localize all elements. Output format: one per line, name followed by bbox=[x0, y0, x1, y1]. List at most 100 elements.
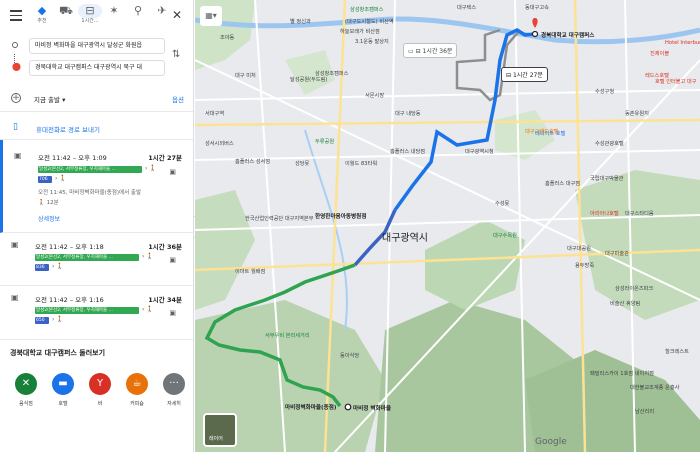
map-place-label[interactable]: 동대구고속 bbox=[525, 4, 549, 11]
route-option-3[interactable]: ▣ 오전 11:42 – 오후 1:16 1시간 34분 달성2(본선2, 서부… bbox=[0, 286, 193, 340]
map-place-label[interactable]: 서부우비 본리세거리 bbox=[265, 332, 310, 339]
map-place-label[interactable]: 이월드 83타워 bbox=[345, 160, 377, 167]
map-place-label[interactable]: 대구 내당동 bbox=[395, 110, 421, 117]
map-place-label[interactable]: 대한불교조계종 운흥사 bbox=[630, 384, 679, 391]
map-place-label[interactable]: 3.1운동 발상지 bbox=[355, 38, 389, 45]
options-button[interactable]: 옵션 bbox=[172, 94, 184, 104]
map-place-label[interactable]: 삼성라이온즈파크 bbox=[615, 285, 653, 292]
map-place-label[interactable]: 아리아나호텔 bbox=[590, 210, 619, 217]
origin-input[interactable]: 마비정 벽화마을 대구광역시 달성군 화원읍 bbox=[29, 38, 165, 54]
map-place-label[interactable]: 힐크레스트 bbox=[665, 348, 689, 355]
menu-icon[interactable] bbox=[10, 10, 22, 21]
map-place-label[interactable]: 국립대구박물관 bbox=[590, 175, 623, 182]
map-place-label[interactable]: 비슬산 휴양림 bbox=[610, 300, 640, 307]
map-place-label[interactable]: 하늘모래가 비산점 bbox=[340, 28, 380, 35]
destination-label: 경북대학교 대구캠퍼스 bbox=[541, 33, 595, 39]
explore-bar[interactable]: Y바 bbox=[88, 373, 112, 407]
map-place-label[interactable]: 한영한마음아동병원점 bbox=[315, 212, 366, 220]
mode-recommended[interactable]: ◆ 추천 bbox=[30, 4, 54, 32]
map-place-label[interactable]: 동촌유원지 bbox=[625, 110, 649, 117]
map-place-label[interactable]: 대구광역시청 bbox=[465, 148, 494, 155]
layers-button[interactable]: 레이어 bbox=[203, 413, 237, 447]
map-place-label[interactable]: 대구대공원 bbox=[567, 245, 591, 252]
map-place-label[interactable]: 호텔 인터불고 대구 bbox=[655, 78, 696, 85]
origin-label: 마비정 벽화마을 bbox=[353, 406, 391, 412]
map-place-label[interactable]: 서문시장 bbox=[365, 92, 384, 99]
map-place-label[interactable]: 대구그랜드호텔 bbox=[525, 128, 558, 135]
destination-input[interactable]: 경북대학교 대구캠퍼스 대구광역시 북구 대 bbox=[29, 60, 165, 76]
map-place-label[interactable]: 레드스호텔 bbox=[645, 72, 669, 79]
route-time: 오전 11:42 – 오후 1:18 bbox=[35, 243, 104, 251]
route-callout-selected[interactable]: ⊟ 1시간 27분 bbox=[501, 67, 548, 82]
details-link[interactable]: 상세정보 bbox=[38, 214, 60, 223]
map-place-label[interactable]: 수성관광호텔 bbox=[595, 140, 624, 147]
explore-coffee[interactable]: ☕ 커피숍 bbox=[125, 373, 149, 407]
map-place-label[interactable]: 수성못 bbox=[495, 200, 509, 207]
bus-number-chip: 650 bbox=[35, 317, 49, 324]
google-logo: Google bbox=[535, 437, 567, 447]
explore-categories: ✕ 음식점 ▬ 호텔 Y 바 ☕ 커피숍 ··· 자세히 bbox=[14, 373, 186, 407]
mode-flight[interactable]: ✈ bbox=[150, 4, 174, 32]
map-place-label[interactable]: 대구미술관 bbox=[605, 250, 629, 257]
directions-panel: ◆ 추천 ⛟ ⊟ 1시간... ✶ ⚲ ✈ ✕ ⬤ 마비정 벽화마을 대구광역시 달성군 화원… bbox=[0, 0, 194, 452]
mode-label: 추천 bbox=[37, 18, 47, 24]
mode-car[interactable]: ⛟ bbox=[54, 4, 78, 32]
map-tools-icon[interactable]: ▦▾ bbox=[200, 6, 222, 26]
map-place-label[interactable]: 대구스타디움 bbox=[625, 210, 654, 217]
map-place-label[interactable]: 별 정신과 bbox=[290, 18, 311, 25]
map-place-label[interactable]: 성당못 bbox=[295, 160, 309, 167]
mode-label: 1시간... bbox=[81, 18, 99, 24]
walk-icon: › 🚶 bbox=[52, 316, 64, 323]
map-place-label[interactable]: 홈플러스 내당점 bbox=[390, 148, 425, 155]
map-place-label[interactable]: 두류공원 bbox=[315, 138, 334, 145]
map-place-label[interactable]: 대구 미처 bbox=[235, 72, 256, 79]
map-place-label[interactable]: 대구수목원 bbox=[493, 232, 517, 239]
close-icon[interactable]: ✕ bbox=[172, 8, 182, 22]
map-place-label[interactable]: 동이식당 bbox=[340, 352, 359, 359]
coffee-icon: ☕ bbox=[126, 373, 148, 395]
map-canvas[interactable]: ▦▾ ▭ ⊟ 1시간 36분 ⊟ 1시간 27분 경북대학교 대구캠퍼스 마비정… bbox=[195, 0, 700, 452]
explore-hotel[interactable]: ▬ 호텔 bbox=[51, 373, 75, 407]
mode-bicycle[interactable]: ⚲ bbox=[126, 4, 150, 32]
map-place-label[interactable]: 달성공원(두드림) bbox=[290, 76, 327, 83]
depart-time-select[interactable]: 지금 출발 ▾ bbox=[34, 94, 65, 104]
map-place-label[interactable]: 수성구청 bbox=[595, 88, 614, 95]
mode-walk[interactable]: ✶ bbox=[102, 4, 126, 32]
explore-restaurant[interactable]: ✕ 음식점 bbox=[14, 373, 38, 407]
map-place-label[interactable]: 이마트 월배점 bbox=[235, 268, 265, 275]
map-place-label[interactable]: 대구텍스 bbox=[457, 4, 476, 11]
swap-icon[interactable]: ⇅ bbox=[172, 49, 180, 60]
map-place-label[interactable]: 한국산업인력공단 대구지역본부 bbox=[245, 215, 313, 222]
send-to-phone-row[interactable]: ▯ 휴대전화로 경로 보내기 bbox=[0, 118, 193, 140]
map-place-label[interactable]: 홈플러스 대구점 bbox=[545, 180, 580, 187]
add-destination-icon[interactable]: + bbox=[11, 93, 21, 103]
map-place-label[interactable]: 성서시외버스 bbox=[205, 140, 234, 147]
map-place-label[interactable]: 진제이블 bbox=[650, 50, 669, 57]
map-place-label[interactable]: 용두방죽 bbox=[575, 262, 594, 269]
mode-transit[interactable]: ⊟ 1시간... bbox=[78, 4, 102, 32]
map-place-label[interactable]: 마비정벽화마을(종점) bbox=[285, 403, 336, 411]
map-place-label[interactable]: 서대구역 bbox=[205, 110, 224, 117]
map-drawing bbox=[195, 0, 700, 452]
explore-label: 바 bbox=[97, 401, 103, 407]
bar-icon: Y bbox=[89, 373, 111, 395]
map-place-label[interactable]: 패밀리스카이 1호점 네이처점 bbox=[590, 370, 654, 377]
origin-dot-icon bbox=[12, 42, 18, 48]
route-callout-alt[interactable]: ▭ ⊟ 1시간 36분 bbox=[403, 43, 458, 58]
route-time: 오전 11:42 – 오후 1:16 bbox=[35, 296, 104, 304]
map-place-label[interactable]: 삼성창조캠퍼스 bbox=[350, 6, 383, 13]
map-place-label[interactable]: (대구도시철도) 비산역 bbox=[345, 18, 394, 25]
map-place-label[interactable]: 남산리리 bbox=[635, 408, 654, 415]
route-option-1[interactable]: ▣ 오전 11:42 – 오후 1:09 1시간 27분 달성2(본선2, 서부… bbox=[0, 140, 193, 233]
explore-label: 호텔 bbox=[58, 401, 68, 407]
route-departure-info: 오전 11:45, 마비정벽화마을(종점)에서 출발 bbox=[38, 190, 142, 196]
explore-more[interactable]: ··· 자세히 bbox=[162, 373, 186, 407]
route-callout-alt-label: 1시간 36분 bbox=[422, 48, 453, 55]
bus-side-icon: ▣ bbox=[169, 256, 176, 264]
map-place-label[interactable]: 홈플러스 성서점 bbox=[235, 158, 270, 165]
route-option-2[interactable]: ▣ 오전 11:42 – 오후 1:18 1시간 36분 달성2(본선2, 서부… bbox=[0, 233, 193, 286]
map-place-label[interactable]: 조야동 bbox=[220, 34, 234, 41]
bus-line-chip: 달성2(본선2, 서부정류장, 우치재마을 ... bbox=[35, 307, 139, 314]
route-duration: 1시간 36분 bbox=[148, 243, 182, 251]
map-place-label[interactable]: Hotel Interburgo EXCO bbox=[665, 40, 700, 46]
